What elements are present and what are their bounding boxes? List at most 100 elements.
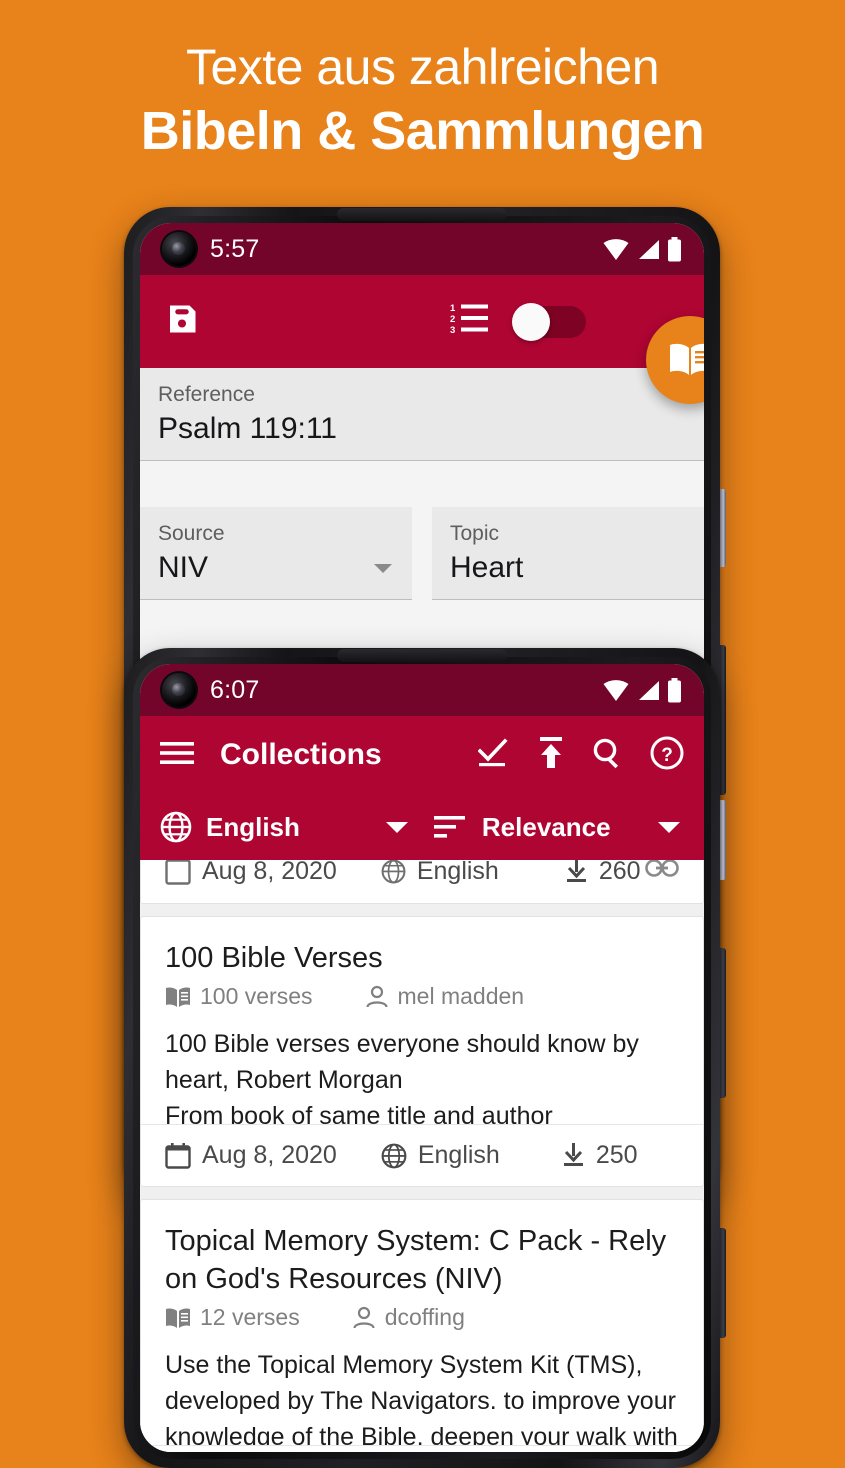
- globe-icon: [160, 811, 192, 843]
- hamburger-menu-icon: [160, 741, 194, 764]
- numbered-list-button[interactable]: 1 2 3: [450, 302, 490, 341]
- svg-text:?: ?: [661, 745, 673, 766]
- phone2-status-bar: 6:07: [140, 664, 704, 716]
- phone2-toolbar: Collections ?: [140, 716, 704, 794]
- verse-order-toggle[interactable]: [512, 302, 586, 341]
- reference-value: Psalm 119:11: [158, 412, 337, 445]
- checkbox-icon: [165, 860, 191, 885]
- front-camera-icon: [162, 673, 196, 707]
- phone1-status-icons: [603, 236, 682, 262]
- source-label: Source: [158, 522, 225, 545]
- chevron-down-icon[interactable]: [374, 564, 392, 573]
- card-description-faded: From book of same title and author: [165, 1098, 679, 1124]
- phone-mockup-collections: 6:07 Collections ? English Relevance Aug…: [124, 648, 726, 1468]
- numbered-list-icon: 1 2 3: [450, 303, 488, 336]
- card-footer: [141, 1445, 703, 1452]
- select-all-button[interactable]: [477, 737, 510, 773]
- menu-button[interactable]: [160, 741, 194, 770]
- list-item[interactable]: Topical Memory System: C Pack - Rely on …: [140, 1199, 704, 1452]
- upload-button[interactable]: [536, 736, 566, 774]
- topic-field[interactable]: Topic Heart: [432, 507, 704, 600]
- card-body: Topical Memory System: C Pack - Rely on …: [141, 1200, 703, 1445]
- person-icon: [353, 1306, 375, 1328]
- download-icon: [566, 860, 586, 882]
- card-footer: Aug 8, 2020 English: [141, 860, 703, 903]
- globe-icon: [381, 1143, 407, 1168]
- language-filter-value[interactable]: English: [206, 812, 300, 843]
- sort-icon[interactable]: [433, 815, 466, 839]
- reference-label: Reference: [158, 383, 255, 406]
- headline: Texte aus zahlreichen Bibeln & Sammlunge…: [0, 0, 845, 164]
- save-floppy-icon: [170, 305, 196, 333]
- card-meta: 100 verses mel madden: [165, 983, 679, 1010]
- card-description-text: 100 Bible verses everyone should know by…: [165, 1030, 639, 1094]
- wifi-icon: [603, 238, 629, 260]
- battery-icon: [668, 236, 681, 261]
- list-item[interactable]: 100 Bible Verses 100 verses mel madden 1…: [140, 916, 704, 1187]
- phone2-power-button[interactable]: [720, 800, 726, 880]
- topic-label: Topic: [450, 522, 500, 545]
- card-title: Topical Memory System: C Pack - Rely on …: [165, 1225, 667, 1295]
- toggle-thumb: [512, 302, 550, 341]
- reference-field[interactable]: Reference Psalm 119:11: [140, 368, 704, 461]
- card-footer: Aug 8, 2020 English: [141, 1124, 703, 1186]
- card-language: English: [381, 860, 499, 886]
- open-book-icon: [670, 343, 704, 375]
- phone2-filter-bar: English Relevance: [140, 794, 704, 860]
- topic-value: Heart: [450, 551, 524, 584]
- svg-text:2: 2: [450, 314, 455, 325]
- card-description: 100 Bible verses everyone should know by…: [165, 1026, 679, 1098]
- phone2-clock: 6:07: [210, 675, 260, 704]
- card-verse-count: 100 verses: [165, 983, 313, 1010]
- help-circle-icon: ?: [650, 736, 684, 769]
- list-item[interactable]: Aug 8, 2020 English 260: [140, 860, 704, 904]
- phone2-earpiece-grille: [337, 649, 507, 662]
- card-description-faded-text: knowledge of the Bible, deepen your walk…: [165, 1423, 678, 1445]
- save-button[interactable]: [164, 301, 200, 342]
- phone2-toolbar-actions: ?: [452, 736, 684, 775]
- signal-icon: [639, 239, 659, 259]
- sort-filter-value[interactable]: Relevance: [482, 812, 611, 843]
- phone1-volume-button[interactable]: [720, 645, 726, 795]
- headline-line-1: Texte aus zahlreichen: [185, 39, 660, 95]
- download-icon: [563, 1143, 583, 1166]
- collections-list[interactable]: Aug 8, 2020 English 260 100 Bible Verses…: [140, 860, 704, 1452]
- card-language-label: English: [416, 860, 499, 885]
- card-description: Use the Topical Memory System Kit (TMS),…: [165, 1347, 679, 1419]
- globe-icon: [381, 860, 406, 884]
- card-date: Aug 8, 2020: [165, 1141, 337, 1170]
- svg-text:1: 1: [450, 303, 456, 314]
- sort-chevron-down-icon[interactable]: [658, 821, 680, 833]
- card-downloads: 260: [565, 860, 641, 886]
- link-icon: [645, 860, 679, 877]
- phone2-volume-button-2[interactable]: [720, 1228, 726, 1338]
- card-downloads: 250: [562, 1141, 638, 1170]
- wifi-icon: [603, 679, 629, 701]
- search-icon: [593, 738, 619, 768]
- card-checkbox[interactable]: Aug 8, 2020: [165, 860, 337, 886]
- phone1-toolbar: 1 2 3: [140, 275, 704, 404]
- phone1-clock: 5:57: [210, 234, 260, 263]
- source-topic-row: Source NIV Topic Heart: [140, 461, 704, 600]
- card-author-label: dcoffing: [384, 1304, 465, 1330]
- headline-line-2: Bibeln & Sammlungen: [140, 101, 705, 161]
- card-link-button[interactable]: [645, 860, 679, 887]
- search-button[interactable]: [592, 737, 624, 774]
- battery-icon: [668, 677, 681, 702]
- page-title: Collections: [220, 738, 382, 771]
- signal-icon: [639, 680, 659, 700]
- phone1-power-button[interactable]: [720, 489, 726, 567]
- help-button[interactable]: ?: [650, 736, 684, 775]
- card-description-faded-text: From book of same title and author: [165, 1102, 553, 1124]
- card-meta: 12 verses dcoffing: [165, 1304, 679, 1331]
- phone2-screen: 6:07 Collections ? English Relevance Aug…: [140, 664, 704, 1452]
- language-chevron-down-icon[interactable]: [385, 821, 408, 833]
- svg-text:3: 3: [450, 325, 455, 336]
- source-field[interactable]: Source NIV: [140, 507, 412, 600]
- phone2-volume-button[interactable]: [720, 948, 726, 1098]
- card-title: 100 Bible Verses: [165, 942, 383, 974]
- front-camera-icon: [162, 232, 196, 266]
- card-date-label: Aug 8, 2020: [202, 1141, 337, 1169]
- calendar-icon: [165, 1142, 191, 1169]
- card-description-faded: knowledge of the Bible, deepen your walk…: [165, 1419, 679, 1445]
